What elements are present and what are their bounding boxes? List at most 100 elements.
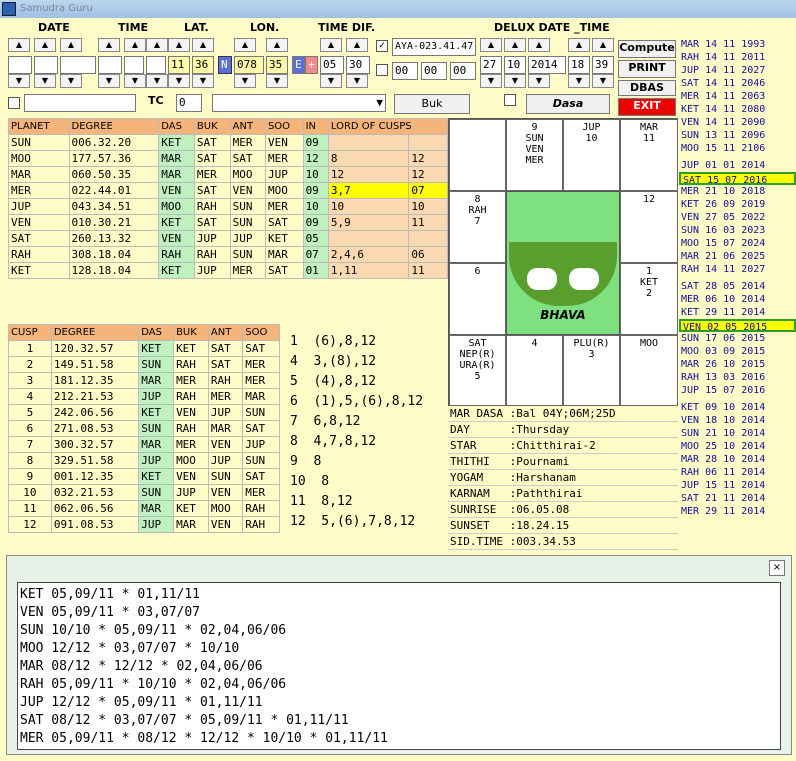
spin-up-icon[interactable]: ▲ [146,38,168,52]
planet-row[interactable]: VEN 010.30.21 KET SAT SUN SAT 09 5,9 11 [8,214,448,231]
aya-checkbox[interactable]: ✓ [376,40,388,52]
dasa-item[interactable]: KET 14 11 2080 [679,103,796,116]
spin-up-icon[interactable]: ▲ [98,38,120,52]
dasa-item[interactable]: MOO 25 10 2014 [679,440,796,453]
spin-up-icon[interactable]: ▲ [168,38,190,52]
t2-field[interactable]: 00 [421,62,447,80]
lat-min-field[interactable]: 36 [192,56,214,74]
dasa-item[interactable]: MOO 03 09 2015 [679,345,796,358]
cusp-row[interactable]: 12 091.08.53 JUP MAR VEN RAH [8,516,280,533]
spin-down-icon[interactable]: ▼ [568,74,590,88]
spin-up-icon[interactable]: ▲ [60,38,82,52]
dasa-item[interactable]: SAT 14 11 2046 [679,77,796,90]
planet-row[interactable]: MAR 060.50.35 MAR MER MOO JUP 10 12 12 [8,166,448,183]
delux-min-field[interactable]: 39 [592,56,614,74]
spin-up-icon[interactable]: ▲ [528,38,550,52]
delux-month-field[interactable]: 10 [504,56,526,74]
spin-up-icon[interactable]: ▲ [568,38,590,52]
exit-button[interactable]: EXIT [618,98,676,116]
spin-up-icon[interactable]: ▲ [480,38,502,52]
dasa-item[interactable]: MOO 15 11 2106 [679,142,796,155]
lon-deg-field[interactable]: 078 [234,56,264,74]
planet-row[interactable]: MER 022.44.01 VEN SAT VEN MOO 09 3,7 07 [8,182,448,199]
planet-row[interactable]: MOO 177.57.36 MAR SAT SAT MER 12 8 12 [8,150,448,167]
cusp-row[interactable]: 5 242.06.56 KET VEN JUP SUN [8,404,280,421]
cusp-row[interactable]: 4 212.21.53 JUP RAH MER MAR [8,388,280,405]
spin-down-icon[interactable]: ▼ [504,74,526,88]
dasa-item[interactable]: MOO 15 07 2024 [679,237,796,250]
spin-up-icon[interactable]: ▲ [34,38,56,52]
spin-up-icon[interactable]: ▲ [8,38,30,52]
dasa-item[interactable]: MER 29 11 2014 [679,505,796,518]
dasa-item[interactable]: MAR 14 11 1993 [679,38,796,51]
ayanamsa-field[interactable]: AYA-023.41.47 [392,38,476,56]
dasa-item[interactable]: SAT 28 05 2014 [679,280,796,293]
dasa-item[interactable]: VEN 14 11 2090 [679,116,796,129]
planet-row[interactable]: KET 128.18.04 KET JUP MER SAT 01 1,11 11 [8,262,448,279]
planet-row[interactable]: SUN 006.32.20 KET SAT MER VEN 09 [8,134,448,151]
compute-button[interactable]: Compute [618,40,676,58]
cusp-row[interactable]: 8 329.51.58 JUP MOO JUP SUN [8,452,280,469]
dasa-item[interactable]: SUN 16 03 2023 [679,224,796,237]
spin-down-icon[interactable]: ▼ [34,74,56,88]
date-day-field[interactable] [8,56,32,74]
plus-toggle[interactable]: + [305,56,318,74]
spin-up-icon[interactable]: ▲ [124,38,146,52]
dasa-item[interactable]: VEN 27 05 2022 [679,211,796,224]
dasa-item[interactable]: RAH 13 03 2016 [679,371,796,384]
delux-year-field[interactable]: 2014 [528,56,566,74]
dasa-item[interactable]: JUP 01 01 2014 [679,159,796,172]
name-checkbox[interactable] [8,97,20,109]
cusp-row[interactable]: 9 001.12.35 KET VEN SUN SAT [8,468,280,485]
spin-up-icon[interactable]: ▲ [320,38,342,52]
dasa-item[interactable]: JUP 15 07 2016 [679,384,796,397]
time-hour-field[interactable] [98,56,122,74]
dasa-item[interactable]: MAR 21 06 2025 [679,250,796,263]
cusp-row[interactable]: 10 032.21.53 SUN JUP VEN MER [8,484,280,501]
spin-down-icon[interactable]: ▼ [124,74,146,88]
dasa-item[interactable]: KET 29 11 2014 [679,306,796,319]
spin-down-icon[interactable]: ▼ [8,74,30,88]
timedif-min-field[interactable]: 30 [346,56,370,74]
cusp-row[interactable]: 11 062.06.56 MAR KET MOO RAH [8,500,280,517]
spin-down-icon[interactable]: ▼ [320,74,342,88]
dasa-item[interactable]: MAR 28 10 2014 [679,453,796,466]
dasa-item[interactable]: SUN 21 10 2014 [679,427,796,440]
spin-up-icon[interactable]: ▲ [234,38,256,52]
close-icon[interactable]: × [769,560,785,576]
dasa-button[interactable]: Dasa [526,94,610,114]
time-min-field[interactable] [124,56,144,74]
tc-field[interactable]: 0 [176,94,202,112]
spin-down-icon[interactable]: ▼ [592,74,614,88]
spin-down-icon[interactable]: ▼ [234,74,256,88]
lat-deg-field[interactable]: 11 [168,56,190,74]
spin-up-icon[interactable]: ▲ [504,38,526,52]
spin-down-icon[interactable]: ▼ [266,74,288,88]
dasa-item[interactable]: MER 06 10 2014 [679,293,796,306]
spin-up-icon[interactable]: ▲ [266,38,288,52]
dasa-item[interactable]: RAH 14 11 2011 [679,51,796,64]
planet-row[interactable]: RAH 308.18.04 RAH RAH SUN MAR 07 2,4,6 06 [8,246,448,263]
delux-day-field[interactable]: 27 [480,56,502,74]
spin-down-icon[interactable]: ▼ [480,74,502,88]
date-month-field[interactable] [34,56,58,74]
spin-down-icon[interactable]: ▼ [192,74,214,88]
ns-toggle[interactable]: N [218,56,232,74]
date-year-field[interactable] [60,56,96,74]
dasa-item[interactable]: MAR 26 10 2015 [679,358,796,371]
cusp-row[interactable]: 6 271.08.53 SUN RAH MAR SAT [8,420,280,437]
delux-hour-field[interactable]: 18 [568,56,590,74]
spin-down-icon[interactable]: ▼ [528,74,550,88]
time-sec-field[interactable] [146,56,166,74]
spin-up-icon[interactable]: ▲ [346,38,368,52]
dasa-item[interactable]: RAH 14 11 2027 [679,263,796,276]
dasa-item[interactable]: RAH 06 11 2014 [679,466,796,479]
planet-row[interactable]: JUP 043.34.51 MOO RAH SUN MER 10 10 10 [8,198,448,215]
cusp-row[interactable]: 2 149.51.58 SUN RAH SAT MER [8,356,280,373]
print-button[interactable]: PRINT [618,60,676,78]
ew-toggle[interactable]: E [292,56,305,74]
cusp-row[interactable]: 1 120.32.57 KET KET SAT SAT [8,340,280,357]
spin-up-icon[interactable]: ▲ [192,38,214,52]
spin-down-icon[interactable]: ▼ [60,74,82,88]
dasa-item[interactable]: SAT 15 07 2016 [679,172,796,186]
